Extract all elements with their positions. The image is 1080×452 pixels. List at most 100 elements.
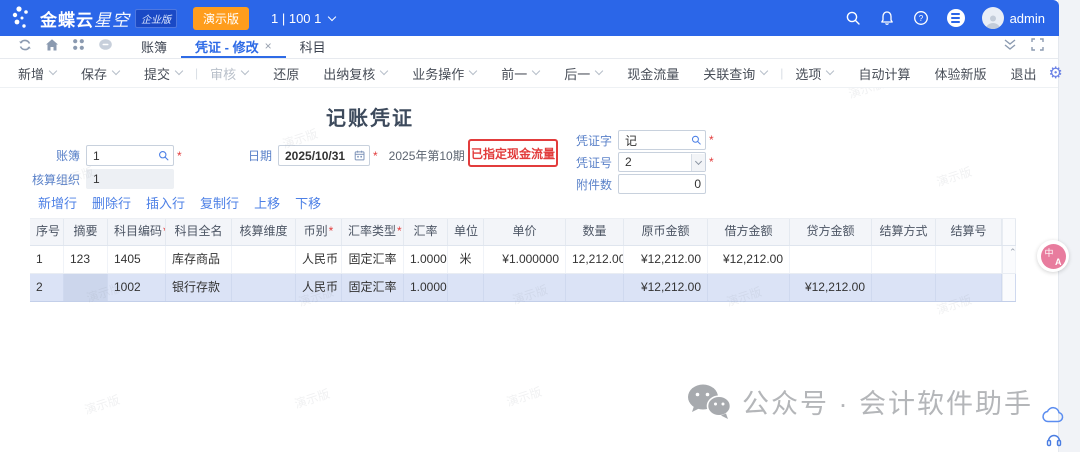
home-icon[interactable] xyxy=(45,38,59,57)
tab-label: 账簿 xyxy=(141,37,167,56)
grid-cell[interactable] xyxy=(790,246,872,273)
calendar-icon[interactable] xyxy=(354,149,365,162)
grid-cell[interactable]: 1405 xyxy=(108,246,166,273)
scrollbar-track[interactable]: ⌃ xyxy=(1002,246,1016,273)
refresh-icon[interactable] xyxy=(18,38,32,57)
table-row-1[interactable]: 11231405库存商品 人民币固定汇率1.0000米¥1.00000012,21… xyxy=(30,246,1016,274)
attachment-count-input[interactable] xyxy=(625,177,701,191)
grid-cell[interactable] xyxy=(872,246,936,273)
date-field[interactable] xyxy=(278,145,370,166)
grid-cell[interactable]: 1002 xyxy=(108,274,166,301)
help-icon[interactable]: ? xyxy=(913,10,930,27)
toolbar-button-退出[interactable]: 退出 xyxy=(998,64,1048,83)
grid-cell[interactable]: ¥1.000000 xyxy=(484,246,566,273)
dropdown-button[interactable] xyxy=(691,154,705,171)
column-header-序号: 序号 xyxy=(30,219,64,245)
chat-icon[interactable] xyxy=(98,38,113,57)
collapse-tabs-icon[interactable] xyxy=(1003,38,1017,56)
grid-action-删除行[interactable]: 删除行 xyxy=(92,193,131,212)
grid-cell[interactable] xyxy=(484,274,566,301)
grid-action-复制行[interactable]: 复制行 xyxy=(200,193,239,212)
tabbar: 账簿凭证 - 修改×科目 xyxy=(0,36,1058,59)
grid-cell[interactable]: 米 xyxy=(448,246,484,273)
toolbar-button-体验新版[interactable]: 体验新版 xyxy=(922,64,998,83)
toolbar-button-提交[interactable]: 提交 xyxy=(132,64,195,83)
grid-cell[interactable] xyxy=(232,274,296,301)
fullscreen-icon[interactable] xyxy=(1031,38,1044,56)
grid-cell[interactable]: ¥12,212.00 xyxy=(708,246,790,273)
toolbar-button-保存[interactable]: 保存 xyxy=(69,64,132,83)
grid-cell[interactable]: 2 xyxy=(30,274,64,301)
grid-cell[interactable]: ¥12,212.00 xyxy=(790,274,872,301)
toolbar-button-业务操作[interactable]: 业务操作 xyxy=(400,64,489,83)
grid-cell[interactable]: 固定汇率 xyxy=(342,246,404,273)
grid-cell[interactable] xyxy=(566,274,624,301)
table-row-2[interactable]: 2 1002银行存款 人民币固定汇率1.0000 ¥12,212.00 ¥12,212.… xyxy=(30,274,1016,302)
toolbar-button-自动计算[interactable]: 自动计算 xyxy=(846,64,922,83)
voucher-word-input[interactable] xyxy=(625,133,691,147)
toolbar-button-关联查询[interactable]: 关联查询 xyxy=(691,64,780,83)
toolbar-button-现金流量[interactable]: 现金流量 xyxy=(615,64,691,83)
date-input[interactable] xyxy=(285,149,354,163)
close-tab-icon[interactable]: × xyxy=(265,39,272,53)
translate-icon[interactable]: 中A xyxy=(1041,244,1066,269)
toolbar-button-新增[interactable]: 新增 xyxy=(6,64,69,83)
scrollbar-track[interactable] xyxy=(1002,274,1016,301)
grid-cell[interactable]: 1.0000 xyxy=(404,246,448,273)
grid-cell[interactable]: 银行存款 xyxy=(166,274,232,301)
settings-gear-icon[interactable]: ⚙ xyxy=(1048,63,1062,83)
grid-cell[interactable]: 固定汇率 xyxy=(342,274,404,301)
cloud-icon[interactable] xyxy=(1042,406,1064,428)
toolbar-button-选项[interactable]: 选项 xyxy=(783,64,846,83)
grid-cell[interactable] xyxy=(872,274,936,301)
voucher-no-field[interactable] xyxy=(618,152,706,172)
book-field[interactable] xyxy=(86,145,174,166)
headset-icon[interactable] xyxy=(1046,432,1062,452)
menu-circle-icon[interactable] xyxy=(947,9,965,27)
grid-cell[interactable]: 人民币 xyxy=(296,274,342,301)
apps-grid-icon[interactable] xyxy=(72,38,85,56)
translate-pill: 中A xyxy=(1037,240,1069,272)
voucher-word-field[interactable] xyxy=(618,130,706,150)
search-icon[interactable] xyxy=(845,10,862,27)
grid-cell[interactable] xyxy=(448,274,484,301)
column-header-借方金额: 借方金额 xyxy=(708,219,790,245)
grid-cell[interactable]: ¥12,212.00 xyxy=(624,246,708,273)
required-mark: * xyxy=(397,224,402,238)
workspace-switcher[interactable]: 1 | 100 1 xyxy=(271,11,336,26)
bell-icon[interactable] xyxy=(879,10,896,27)
grid-cell[interactable]: 123 xyxy=(64,246,108,273)
toolbar-button-前一[interactable]: 前一 xyxy=(489,64,552,83)
grid-action-新增行[interactable]: 新增行 xyxy=(38,193,77,212)
grid-cell[interactable] xyxy=(232,246,296,273)
grid-cell[interactable]: 库存商品 xyxy=(166,246,232,273)
toolbar-button-后一[interactable]: 后一 xyxy=(552,64,615,83)
grid-cell[interactable] xyxy=(708,274,790,301)
tab-3[interactable]: 科目 xyxy=(286,36,340,58)
column-header-核算维度: 核算维度 xyxy=(232,219,296,245)
tab-2[interactable]: 凭证 - 修改× xyxy=(181,36,286,58)
toolbar-button-审核[interactable]: 审核 xyxy=(198,64,261,83)
grid-action-下移[interactable]: 下移 xyxy=(295,193,321,212)
grid-cell[interactable] xyxy=(936,246,1002,273)
grid-cell[interactable]: ¥12,212.00 xyxy=(624,274,708,301)
toolbar-button-出纳复核[interactable]: 出纳复核 xyxy=(311,64,400,83)
scrollbar-track[interactable] xyxy=(1002,219,1016,245)
tab-1[interactable]: 账簿 xyxy=(127,36,181,58)
grid-cell[interactable]: 人民币 xyxy=(296,246,342,273)
grid-cell[interactable]: 1 xyxy=(30,246,64,273)
user-menu[interactable]: admin xyxy=(982,7,1045,29)
grid-cell[interactable]: 1.0000 xyxy=(404,274,448,301)
grid-cell[interactable]: 12,212.00 xyxy=(566,246,624,273)
grid-action-插入行[interactable]: 插入行 xyxy=(146,193,185,212)
column-header-汇率: 汇率 xyxy=(404,219,448,245)
grid-cell[interactable] xyxy=(936,274,1002,301)
attachment-count-field[interactable] xyxy=(618,174,706,194)
grid-cell[interactable] xyxy=(64,274,108,301)
voucher-no-input[interactable] xyxy=(625,155,691,169)
lookup-icon[interactable] xyxy=(158,149,169,162)
toolbar-button-还原[interactable]: 还原 xyxy=(261,64,311,83)
grid-action-上移[interactable]: 上移 xyxy=(254,193,280,212)
lookup-icon[interactable] xyxy=(691,134,701,146)
book-input[interactable] xyxy=(93,149,158,163)
